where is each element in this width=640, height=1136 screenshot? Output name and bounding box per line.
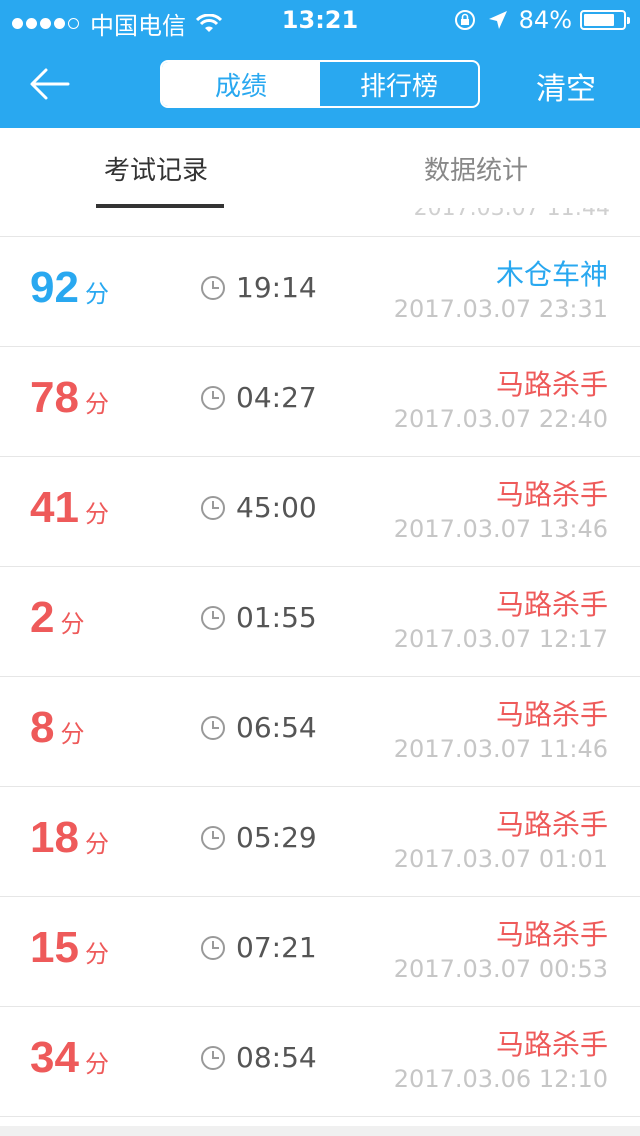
duration-group: 19:14 (200, 271, 317, 304)
clock-icon (201, 825, 225, 850)
exam-duration: 01:55 (236, 601, 317, 634)
duration-group: 04:27 (200, 381, 317, 414)
score: 78 分 (30, 373, 109, 423)
list-item[interactable]: 34 分 08:54 马路杀手 2017.03.06 12:10 (0, 1007, 640, 1117)
rank-title: 马路杀手 (495, 1028, 608, 1061)
rank-title: 木仓车神 (495, 258, 608, 291)
clock-icon (201, 275, 225, 300)
score-value: 78 (30, 373, 79, 422)
score-unit: 分 (84, 830, 109, 858)
score-unit: 分 (84, 1050, 109, 1078)
score: 18 分 (30, 813, 109, 863)
partial-date: 2017.03.07 11:44 (413, 208, 610, 221)
rank-title: 马路杀手 (495, 698, 608, 731)
score-unit: 分 (84, 280, 109, 308)
segment-scores[interactable]: 成绩 (162, 62, 320, 106)
score: 92 分 (30, 263, 109, 313)
exam-date: 2017.03.07 00:53 (393, 955, 608, 983)
status-bar: 中国电信 13:21 84% (0, 0, 640, 40)
exam-duration: 05:29 (236, 821, 317, 854)
clock-icon (201, 385, 225, 410)
clock-icon (201, 935, 225, 960)
score-unit: 分 (60, 610, 85, 638)
list-item[interactable]: 2 分 01:55 马路杀手 2017.03.07 12:17 (0, 567, 640, 677)
rank-title: 马路杀手 (495, 478, 608, 511)
segmented-control: 成绩 排行榜 (160, 60, 480, 108)
exam-date: 2017.03.07 12:17 (393, 625, 608, 653)
score: 15 分 (30, 923, 109, 973)
duration-group: 05:29 (200, 821, 317, 854)
score-value: 92 (30, 263, 79, 312)
exam-date: 2017.03.07 01:01 (393, 845, 608, 873)
clock-icon (201, 495, 225, 520)
duration-group: 01:55 (200, 601, 317, 634)
list-item[interactable]: 15 分 07:21 马路杀手 2017.03.07 00:53 (0, 897, 640, 1007)
exam-duration: 06:54 (236, 711, 317, 744)
exam-date: 2017.03.07 23:31 (393, 295, 608, 323)
list-item[interactable]: 41 分 45:00 马路杀手 2017.03.07 13:46 (0, 457, 640, 567)
clear-button[interactable]: 清空 (536, 64, 596, 108)
score-value: 8 (30, 703, 55, 752)
duration-group: 07:21 (200, 931, 317, 964)
exam-date: 2017.03.07 11:46 (393, 735, 608, 763)
score: 41 分 (30, 483, 109, 533)
exam-duration: 08:54 (236, 1041, 317, 1074)
exam-date: 2017.03.07 13:46 (393, 515, 608, 543)
score-unit: 分 (84, 390, 109, 418)
clock-icon (201, 605, 225, 630)
exam-date: 2017.03.06 12:10 (393, 1065, 608, 1093)
score-value: 2 (30, 593, 55, 642)
duration-group: 45:00 (200, 491, 317, 524)
list-item[interactable]: 18 分 05:29 马路杀手 2017.03.07 01:01 (0, 787, 640, 897)
score-unit: 分 (60, 720, 85, 748)
bottom-divider (0, 1126, 640, 1136)
navigation-bar: 成绩 排行榜 清空 (0, 40, 640, 128)
location-arrow-icon (488, 11, 507, 29)
exam-record-list[interactable]: 2017.03.07 11:44 92 分 19:14 木仓车神 2017.03.07 … (0, 208, 640, 1136)
list-item[interactable]: 8 分 06:54 马路杀手 2017.03.07 11:46 (0, 677, 640, 787)
exam-duration: 45:00 (236, 491, 317, 524)
clock-icon (201, 1045, 225, 1070)
back-arrow-icon[interactable] (28, 62, 72, 106)
list-item[interactable]: 78 分 04:27 马路杀手 2017.03.07 22:40 (0, 347, 640, 457)
tab-exam-records[interactable]: 考试记录 (104, 150, 208, 187)
battery-icon (580, 10, 630, 30)
duration-group: 08:54 (200, 1041, 317, 1074)
battery-percentage: 84% (518, 6, 572, 34)
partial-list-item: 2017.03.07 11:44 (0, 208, 640, 237)
duration-group: 06:54 (200, 711, 317, 744)
exam-duration: 19:14 (236, 271, 317, 304)
score-value: 41 (30, 483, 79, 532)
exam-duration: 04:27 (236, 381, 317, 414)
rotation-lock-icon (454, 10, 475, 30)
rank-title: 马路杀手 (495, 918, 608, 951)
score-unit: 分 (84, 500, 109, 528)
exam-date: 2017.03.07 22:40 (393, 405, 608, 433)
exam-duration: 07:21 (236, 931, 317, 964)
list-item[interactable]: 92 分 19:14 木仓车神 2017.03.07 23:31 (0, 237, 640, 347)
rank-title: 马路杀手 (495, 368, 608, 401)
tab-statistics[interactable]: 数据统计 (424, 150, 528, 187)
clock-icon (201, 715, 225, 740)
rank-title: 马路杀手 (495, 588, 608, 621)
tab-bar: 考试记录 数据统计 (0, 128, 640, 208)
score-value: 34 (30, 1033, 79, 1082)
score: 8分 (30, 703, 84, 753)
battery-fill (584, 14, 615, 26)
rank-title: 马路杀手 (495, 808, 608, 841)
score-unit: 分 (84, 940, 109, 968)
score: 2分 (30, 593, 84, 643)
score-value: 18 (30, 813, 79, 862)
segment-ranking[interactable]: 排行榜 (320, 62, 478, 106)
score: 34 分 (30, 1033, 109, 1083)
score-value: 15 (30, 923, 79, 972)
